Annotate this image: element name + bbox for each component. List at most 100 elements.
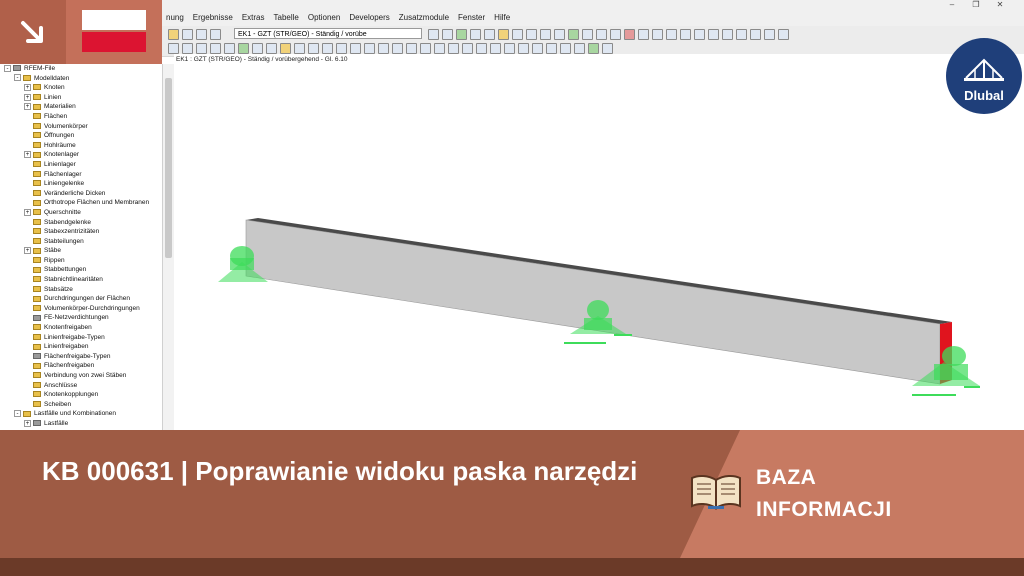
navigator-item[interactable]: + Knotenlager (0, 150, 162, 160)
print-icon[interactable] (196, 29, 207, 40)
expander-icon[interactable]: - (14, 74, 21, 82)
navigator-item[interactable]: Volumenkörper-Durchdringungen (0, 304, 162, 314)
hinge-icon[interactable] (252, 43, 263, 54)
mirror-icon[interactable] (708, 29, 719, 40)
transparent-icon[interactable] (448, 43, 459, 54)
visibility-icon[interactable] (504, 43, 515, 54)
surface-icon[interactable] (210, 43, 221, 54)
next-icon[interactable] (442, 29, 453, 40)
menu-item[interactable]: Developers (349, 13, 389, 22)
navigator-item[interactable]: + Knoten (0, 83, 162, 93)
select-icon[interactable] (638, 29, 649, 40)
loadcase-select[interactable]: EK1 - GZT (STR/GEO) - Ständig / vorübe (234, 28, 422, 39)
color-icon[interactable] (490, 43, 501, 54)
menu-item[interactable]: Hilfe (494, 13, 510, 22)
menu-item[interactable]: Extras (242, 13, 265, 22)
model-viewport[interactable]: EK1 : GZT (STR/GEO) - Ständig / vorüberg… (174, 54, 1024, 430)
snap-icon[interactable] (680, 29, 691, 40)
navigator-item[interactable]: Rippen (0, 256, 162, 266)
navigator-scroll-thumb[interactable] (165, 78, 172, 258)
navigator-item[interactable]: Knotenkopplungen (0, 390, 162, 400)
grid-icon[interactable] (666, 29, 677, 40)
expander-icon[interactable]: + (24, 151, 31, 159)
comment-icon[interactable] (308, 43, 319, 54)
navigator-item[interactable]: Stabnichtlinearitäten (0, 275, 162, 285)
menu-item[interactable]: Zusatzmodule (399, 13, 449, 22)
navigator-item[interactable]: FE-Netzverdichtungen (0, 313, 162, 323)
expander-icon[interactable]: + (24, 247, 31, 255)
navigator-item[interactable]: Flächen (0, 112, 162, 122)
navigator-item[interactable]: Stabexzentrizitäten (0, 227, 162, 237)
load-icon[interactable] (280, 43, 291, 54)
navigator-item[interactable]: Verbindung von zwei Stäben (0, 371, 162, 381)
move-icon[interactable] (722, 29, 733, 40)
navigator-item[interactable]: - Modelldaten (0, 74, 162, 84)
print-graphic-icon[interactable] (546, 43, 557, 54)
pan-icon[interactable] (596, 29, 607, 40)
save-icon[interactable] (182, 29, 193, 40)
rotate-icon[interactable] (610, 29, 621, 40)
solid-icon[interactable] (224, 43, 235, 54)
menu-item[interactable]: nung (166, 13, 184, 22)
navigator-item[interactable]: - Lastfälle und Kombinationen (0, 409, 162, 419)
navigator-item[interactable]: Stabendgelenke (0, 218, 162, 228)
expander-icon[interactable]: - (14, 410, 21, 418)
copy-icon[interactable] (694, 29, 705, 40)
navigator-item[interactable]: Linienfreigabe-Typen (0, 333, 162, 343)
zoom-all-icon[interactable] (392, 43, 403, 54)
navigator-item[interactable]: + Stäbe (0, 246, 162, 256)
zoom-window-icon[interactable] (406, 43, 417, 54)
navigator-item[interactable]: Öffnungen (0, 131, 162, 141)
node-icon[interactable] (168, 43, 179, 54)
menu-item[interactable]: Optionen (308, 13, 340, 22)
menu-item[interactable]: Ergebnisse (193, 13, 233, 22)
nodal-support-icon[interactable] (238, 43, 249, 54)
menu-item[interactable]: Fenster (458, 13, 485, 22)
navigator-item[interactable]: - RFEM-File (0, 64, 162, 74)
navigator-item[interactable]: Linienlager (0, 160, 162, 170)
expander-icon[interactable]: + (24, 419, 31, 427)
undo-icon[interactable] (736, 29, 747, 40)
navigator-item[interactable]: Knotenfreigaben (0, 323, 162, 333)
render-icon[interactable] (540, 29, 551, 40)
navigator-item[interactable]: Scheiben (0, 400, 162, 410)
expander-icon[interactable]: + (24, 83, 31, 91)
line-icon[interactable] (182, 43, 193, 54)
deformation-icon[interactable] (484, 29, 495, 40)
help-icon[interactable] (778, 29, 789, 40)
navigator-item[interactable]: Stabbettungen (0, 265, 162, 275)
view-icon[interactable] (554, 29, 565, 40)
view-y-icon[interactable] (364, 43, 375, 54)
navigator-item[interactable]: Veränderliche Dicken (0, 189, 162, 199)
prev-icon[interactable] (428, 29, 439, 40)
wireframe-icon[interactable] (420, 43, 431, 54)
view-iso-icon[interactable] (336, 43, 347, 54)
measure-icon[interactable] (652, 29, 663, 40)
filter-icon[interactable] (526, 29, 537, 40)
display-icon[interactable] (498, 29, 509, 40)
export-icon[interactable] (560, 43, 571, 54)
expander-icon[interactable]: + (24, 208, 31, 216)
local-axes-icon[interactable] (476, 43, 487, 54)
more-icon[interactable] (602, 43, 613, 54)
results-icon[interactable] (470, 29, 481, 40)
dimension-icon[interactable] (294, 43, 305, 54)
close-icon[interactable]: ✕ (988, 0, 1012, 9)
open-file-icon[interactable] (168, 29, 179, 40)
delete-icon[interactable] (624, 29, 635, 40)
numbering-icon[interactable] (462, 43, 473, 54)
navigator-item[interactable]: + Linien (0, 93, 162, 103)
navigator-item[interactable]: Stabsätze (0, 285, 162, 295)
navigator-item[interactable]: Durchdringungen der Flächen (0, 294, 162, 304)
layer-icon[interactable] (574, 43, 585, 54)
navigator-item[interactable]: Flächenlager (0, 170, 162, 180)
redo-icon[interactable] (750, 29, 761, 40)
solid-view-icon[interactable] (434, 43, 445, 54)
navigator-item[interactable]: Flächenfreigabe-Typen (0, 352, 162, 362)
navigator-item[interactable]: Hohlräume (0, 141, 162, 151)
settings-icon[interactable] (764, 29, 775, 40)
member-icon[interactable] (196, 43, 207, 54)
values-icon[interactable] (512, 29, 523, 40)
navigator-item[interactable]: Flächenfreigaben (0, 361, 162, 371)
menu-item[interactable]: Tabelle (274, 13, 299, 22)
